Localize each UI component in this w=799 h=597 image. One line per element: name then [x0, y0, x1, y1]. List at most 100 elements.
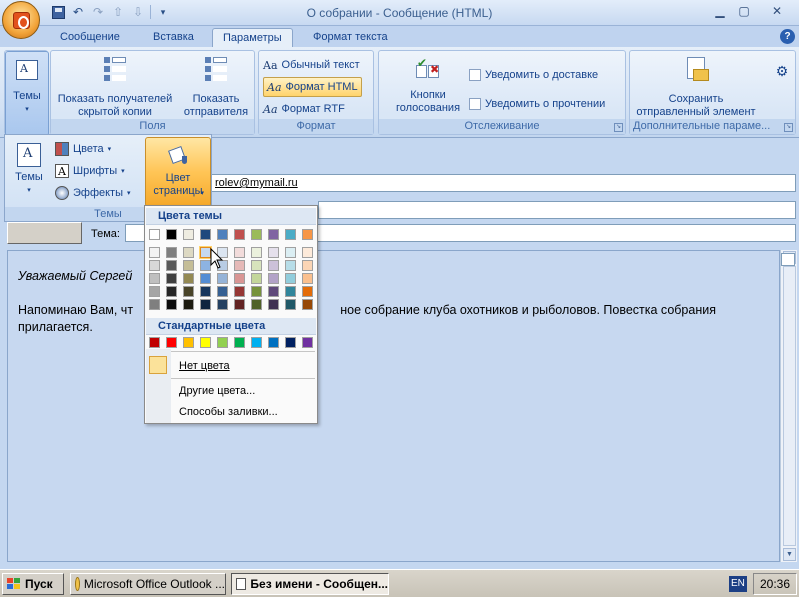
theme-shade-swatch[interactable]	[268, 273, 279, 284]
theme-shade-swatch[interactable]	[268, 247, 279, 258]
theme-shade-swatch[interactable]	[302, 299, 313, 310]
theme-color-swatch[interactable]	[302, 229, 313, 240]
theme-shade-swatch[interactable]	[217, 299, 228, 310]
theme-shade-swatch[interactable]	[251, 299, 262, 310]
fill-effects-item[interactable]: Способы заливки...	[179, 406, 278, 418]
delay-delivery-icon[interactable]: ⚙	[772, 64, 792, 78]
theme-shade-swatch[interactable]	[200, 286, 211, 297]
standard-color-swatch[interactable]	[183, 337, 194, 348]
standard-color-swatch[interactable]	[268, 337, 279, 348]
delivery-checkbox[interactable]	[469, 69, 481, 81]
theme-shade-swatch[interactable]	[251, 273, 262, 284]
theme-effects-button[interactable]: Эффекты ▾	[55, 183, 131, 203]
standard-color-swatch[interactable]	[149, 337, 160, 348]
theme-shade-swatch[interactable]	[166, 286, 177, 297]
theme-shade-swatch[interactable]	[149, 273, 160, 284]
theme-color-swatch[interactable]	[268, 229, 279, 240]
theme-shade-swatch[interactable]	[234, 260, 245, 271]
theme-shade-swatch[interactable]	[302, 286, 313, 297]
show-bcc-button[interactable]: Показать получателей скрытой копии	[53, 55, 177, 119]
format-rtf-button[interactable]: Aa Формат RTF	[263, 99, 345, 119]
scroll-down-icon[interactable]: ▼	[783, 548, 796, 561]
theme-color-swatch[interactable]	[251, 229, 262, 240]
office-button[interactable]	[2, 1, 40, 39]
theme-shade-swatch[interactable]	[149, 247, 160, 258]
theme-shade-swatch[interactable]	[166, 260, 177, 271]
more-colors-item[interactable]: Другие цвета...	[179, 385, 255, 397]
no-color-icon[interactable]	[149, 356, 167, 374]
theme-colors-button[interactable]: Цвета ▾	[55, 139, 111, 159]
to-field[interactable]: rolev@mymail.ru	[210, 174, 796, 192]
format-html-button[interactable]: Aa Формат HTML	[263, 77, 362, 97]
theme-fonts-button[interactable]: A Шрифты ▾	[55, 161, 125, 181]
standard-color-swatch[interactable]	[285, 337, 296, 348]
vertical-scrollbar[interactable]: ▲ ▼	[780, 250, 797, 562]
tab-message[interactable]: Сообщение	[50, 28, 130, 48]
theme-shade-swatch[interactable]	[200, 273, 211, 284]
theme-color-swatch[interactable]	[217, 229, 228, 240]
theme-shade-swatch[interactable]	[217, 273, 228, 284]
minimize-icon[interactable]: ▁	[709, 2, 731, 20]
standard-color-swatch[interactable]	[234, 337, 245, 348]
theme-shade-swatch[interactable]	[285, 273, 296, 284]
theme-shade-swatch[interactable]	[183, 286, 194, 297]
close-icon[interactable]: ✕	[757, 2, 797, 20]
start-button[interactable]: Пуск	[2, 573, 64, 595]
theme-shade-swatch[interactable]	[302, 247, 313, 258]
theme-shade-swatch[interactable]	[149, 260, 160, 271]
theme-color-swatch[interactable]	[285, 229, 296, 240]
theme-shade-swatch[interactable]	[217, 286, 228, 297]
theme-shade-swatch[interactable]	[285, 260, 296, 271]
tab-options[interactable]: Параметры	[212, 28, 293, 48]
themes-button[interactable]: A Темы ▾	[5, 51, 49, 136]
theme-shade-swatch[interactable]	[183, 247, 194, 258]
theme-shade-swatch[interactable]	[251, 260, 262, 271]
theme-shade-swatch[interactable]	[234, 273, 245, 284]
themes-gallery-button[interactable]: A Темы ▾	[11, 143, 47, 197]
theme-shade-swatch[interactable]	[302, 260, 313, 271]
theme-color-swatch[interactable]	[200, 229, 211, 240]
tracking-launcher-icon[interactable]: ↘	[614, 123, 623, 132]
theme-shade-swatch[interactable]	[268, 299, 279, 310]
scroll-thumb[interactable]	[783, 266, 796, 546]
language-indicator[interactable]: EN	[728, 576, 747, 592]
theme-shade-swatch[interactable]	[234, 299, 245, 310]
theme-shade-swatch[interactable]	[268, 286, 279, 297]
standard-color-swatch[interactable]	[200, 337, 211, 348]
theme-shade-swatch[interactable]	[166, 273, 177, 284]
theme-shade-swatch[interactable]	[285, 286, 296, 297]
theme-shade-swatch[interactable]	[183, 273, 194, 284]
taskbar-outlook[interactable]: Microsoft Office Outlook ...	[70, 573, 226, 595]
theme-shade-swatch[interactable]	[268, 260, 279, 271]
page-color-button[interactable]: Цвет страницы ▾	[145, 137, 211, 207]
theme-shade-swatch[interactable]	[149, 299, 160, 310]
tab-format-text[interactable]: Формат текста	[303, 28, 398, 48]
standard-color-swatch[interactable]	[251, 337, 262, 348]
theme-shade-swatch[interactable]	[251, 247, 262, 258]
theme-shade-swatch[interactable]	[285, 247, 296, 258]
theme-shade-swatch[interactable]	[200, 299, 211, 310]
read-receipt-checkbox[interactable]: Уведомить о прочтении	[469, 94, 605, 114]
theme-shade-swatch[interactable]	[149, 286, 160, 297]
show-from-button[interactable]: Показать отправителя	[179, 55, 253, 119]
subject-button[interactable]	[7, 222, 82, 244]
standard-color-swatch[interactable]	[166, 337, 177, 348]
cc-field[interactable]	[318, 201, 796, 219]
maximize-icon[interactable]: ▢	[733, 2, 755, 20]
theme-shade-swatch[interactable]	[285, 299, 296, 310]
theme-shade-swatch[interactable]	[166, 299, 177, 310]
theme-color-swatch[interactable]	[234, 229, 245, 240]
theme-shade-swatch[interactable]	[234, 247, 245, 258]
theme-shade-swatch[interactable]	[183, 260, 194, 271]
theme-color-swatch[interactable]	[149, 229, 160, 240]
theme-shade-swatch[interactable]	[234, 286, 245, 297]
save-sent-button[interactable]: Сохранить отправленный элемент	[632, 55, 760, 119]
standard-color-swatch[interactable]	[302, 337, 313, 348]
theme-shade-swatch[interactable]	[302, 273, 313, 284]
theme-color-swatch[interactable]	[183, 229, 194, 240]
theme-shade-swatch[interactable]	[183, 299, 194, 310]
delivery-receipt-checkbox[interactable]: Уведомить о доставке	[469, 65, 598, 85]
theme-color-swatch[interactable]	[166, 229, 177, 240]
theme-shade-swatch[interactable]	[166, 247, 177, 258]
format-plain-button[interactable]: Aa Обычный текст	[263, 55, 360, 75]
